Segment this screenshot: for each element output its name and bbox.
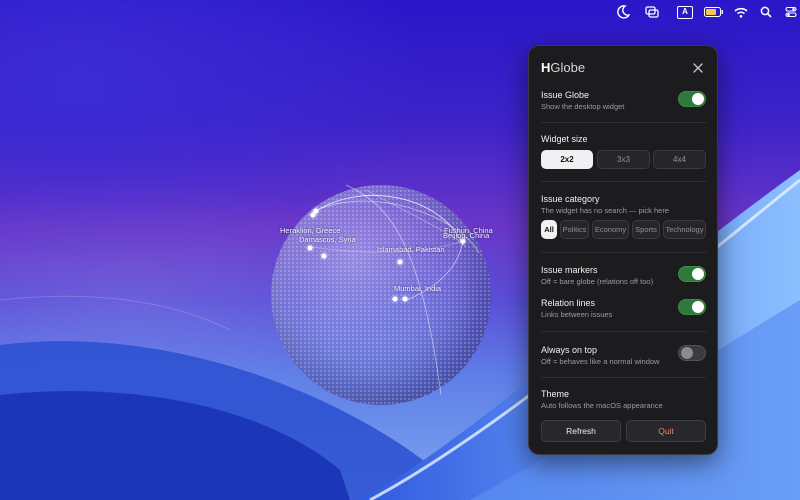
always-on-top-label: Always on top (541, 345, 598, 355)
relation-lines-sub: Links between issues (541, 310, 613, 319)
issue-markers-sub: Off = bare globe (relations off too) (541, 277, 654, 286)
divider (541, 181, 706, 182)
desktop-wallpaper: A Heraklion, Greece Damascus, Syria Isla… (0, 0, 800, 500)
toggle-knob (692, 268, 704, 280)
category-sports[interactable]: Sports (632, 220, 660, 239)
toggle-knob (692, 301, 704, 313)
issue-markers-label: Issue markers (541, 265, 598, 275)
issue-globe-sub: Show the desktop widget (541, 102, 625, 111)
hglobe-settings-panel: HGlobe Issue Globe Show the desktop widg… (528, 45, 718, 455)
title-rest: Globe (550, 60, 586, 75)
relation-lines (310, 185, 480, 396)
refresh-button[interactable]: Refresh (541, 420, 621, 442)
theme-sub: Auto follows the macOS appearance (541, 401, 663, 410)
city-marker[interactable] (307, 245, 313, 251)
window-stack-icon[interactable] (642, 3, 662, 21)
input-source-icon[interactable]: A (675, 3, 695, 21)
issue-markers-toggle[interactable] (678, 266, 706, 282)
divider (541, 377, 706, 378)
issue-globe-widget[interactable] (271, 185, 491, 405)
divider (541, 331, 706, 332)
city-marker[interactable] (392, 296, 398, 302)
theme-label: Theme (541, 389, 570, 399)
toggle-knob (681, 347, 693, 359)
input-source-label: A (677, 5, 693, 19)
search-icon[interactable] (756, 3, 776, 21)
category-politics[interactable]: Politics (560, 220, 589, 239)
always-on-top-sub: Off = behaves like a normal window (541, 357, 660, 366)
widget-size-2x2[interactable]: 2x2 (541, 150, 593, 169)
quit-button[interactable]: Quit (626, 420, 706, 442)
category-economy[interactable]: Economy (592, 220, 629, 239)
issue-category-sub: The widget has no search — pick here (541, 206, 669, 215)
widget-size-label: Widget size (541, 134, 588, 144)
city-marker[interactable] (321, 253, 327, 259)
moon-icon[interactable] (613, 3, 633, 21)
control-center-icon[interactable] (781, 3, 800, 21)
issue-globe-label: Issue Globe (541, 90, 590, 100)
city-label: Islamabad, Pakistan (377, 245, 445, 254)
widget-size-3x3[interactable]: 3x3 (597, 150, 650, 169)
city-label: Damascus, Syria (299, 235, 356, 244)
widget-size-4x4[interactable]: 4x4 (653, 150, 706, 169)
relation-lines-toggle[interactable] (678, 299, 706, 315)
title-bold: H (541, 60, 551, 75)
city-marker[interactable] (310, 212, 316, 218)
always-on-top-toggle[interactable] (678, 345, 706, 361)
divider (541, 252, 706, 253)
category-technology[interactable]: Technology (663, 220, 706, 239)
toggle-knob (692, 93, 704, 105)
category-all[interactable]: All (541, 220, 557, 239)
city-label: Mumbai, India (394, 284, 442, 293)
menu-bar: A (0, 0, 800, 24)
city-marker[interactable] (397, 259, 403, 265)
relation-lines-label: Relation lines (541, 298, 596, 308)
issue-category-label: Issue category (541, 194, 600, 204)
issue-globe-toggle[interactable] (678, 91, 706, 107)
city-label: Heraklion, Greece (280, 226, 341, 235)
divider (541, 122, 706, 123)
battery-icon[interactable] (703, 3, 725, 21)
panel-title: HGlobe (541, 60, 585, 75)
wifi-icon[interactable] (731, 3, 751, 21)
close-icon[interactable] (691, 61, 705, 75)
city-label: Beijing, China (443, 231, 490, 240)
city-marker[interactable] (402, 296, 408, 302)
